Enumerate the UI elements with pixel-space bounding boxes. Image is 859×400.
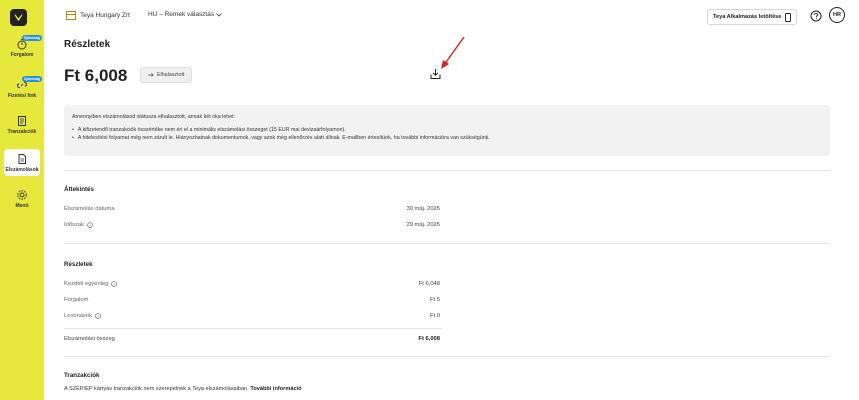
divider: [64, 243, 830, 244]
top-bar: Teya Hungary Zrt HU – Remek választás Te…: [44, 0, 859, 33]
transactions-title: Tranzakciók: [64, 372, 100, 379]
notice-bullet: A kifizetendő tranzakciók összértéke nem…: [72, 126, 822, 134]
teya-logo[interactable]: [10, 9, 27, 26]
notice-intro: Amennyiben elszámolásod státusza elhalas…: [72, 114, 236, 120]
annotation-arrow-icon: [441, 36, 465, 69]
more-info-link[interactable]: További információ: [250, 386, 301, 392]
app-download-label: Teya Alkalmazás letöltése: [713, 14, 782, 20]
details-title: Részletek: [64, 261, 93, 268]
new-badge: Újdonság: [22, 76, 42, 82]
phone-icon: [785, 12, 792, 22]
store-icon: [66, 11, 76, 20]
settlement-total-value: Ft 6,008: [418, 336, 440, 342]
deferred-notice: Amennyiben elszámolásod státusza elhalas…: [64, 105, 830, 156]
avatar[interactable]: HR: [829, 7, 845, 23]
app-root: Újdonság Forgalom Újdonság Fizetési link: [0, 0, 859, 400]
overview-title: Áttekintés: [64, 186, 94, 193]
info-icon[interactable]: [111, 281, 118, 287]
sidebar-item-fizetesi-link[interactable]: Újdonság Fizetési link: [0, 76, 44, 99]
sidebar-item-menu[interactable]: Menü: [0, 189, 44, 209]
settlement-amount: Ft 6,008: [64, 66, 128, 85]
app-download-button[interactable]: Teya Alkalmazás letöltése: [707, 9, 798, 25]
company-name: Teya Hungary Zrt: [80, 12, 130, 19]
receipt-icon: [18, 116, 26, 126]
divider: [64, 328, 442, 329]
info-icon[interactable]: [87, 222, 93, 228]
notice-bullet: A hitelesítési folyamat még nem zárult l…: [72, 134, 822, 142]
document-icon: [18, 154, 26, 164]
info-icon[interactable]: [95, 313, 101, 319]
sidebar-item-elszamolasok[interactable]: Elszámolások: [0, 149, 44, 176]
chevron-down-icon: [216, 12, 222, 17]
region-label: HU – Remek választás: [148, 11, 215, 18]
status-badge: Elhalasztott: [140, 67, 193, 83]
period-value: 29 máj. 2025: [406, 222, 440, 228]
sidebar: Újdonság Forgalom Újdonság Fizetési link: [0, 0, 44, 400]
turnover-label: Forgalom: [64, 297, 89, 303]
new-badge: Újdonság: [22, 35, 42, 41]
company-selector[interactable]: Teya Hungary Zrt: [66, 11, 130, 20]
settlement-date-label: Elszámolás dátuma: [64, 206, 115, 212]
sidebar-item-label: Fizetési link: [7, 93, 37, 99]
settlement-total-label: Elszámolási összeg: [64, 336, 115, 342]
settlement-date-value: 30 máj. 2025: [406, 206, 440, 212]
divider: [64, 170, 830, 171]
sidebar-item-label: Tranzakciók: [7, 129, 37, 135]
divider: [64, 356, 830, 357]
region-dropdown[interactable]: HU – Remek választás: [148, 11, 222, 18]
active-item-highlight: Elszámolások: [4, 149, 40, 176]
arrow-right-icon: [148, 73, 154, 77]
notice-list: A kifizetendő tranzakciók összértéke nem…: [72, 126, 822, 142]
sidebar-item-label: Elszámolások: [5, 167, 39, 173]
help-icon[interactable]: [810, 10, 822, 22]
status-label: Elhalasztott: [157, 72, 185, 78]
sidebar-item-label: Menü: [15, 203, 29, 209]
sidebar-item-forgalom[interactable]: Újdonság Forgalom: [0, 35, 44, 58]
gear-icon: [17, 190, 27, 200]
opening-balance-label: Kezdeti egyenleg: [64, 281, 118, 287]
deductions-label: Levonások: [64, 313, 101, 319]
opening-balance-value: Ft 6,048: [418, 281, 440, 287]
deductions-value: Ft 0: [430, 313, 440, 319]
sidebar-item-label: Forgalom: [10, 52, 34, 58]
sidebar-item-tranzakciok[interactable]: Tranzakciók: [0, 115, 44, 135]
page-title: Részletek: [64, 39, 111, 50]
transactions-note: A SZÉP/EP kártyás tranzakciók nem szerep…: [64, 386, 302, 392]
turnover-value: Ft 5: [430, 297, 440, 303]
period-label: Időszak: [64, 222, 93, 228]
teya-logo-icon: [14, 13, 23, 22]
